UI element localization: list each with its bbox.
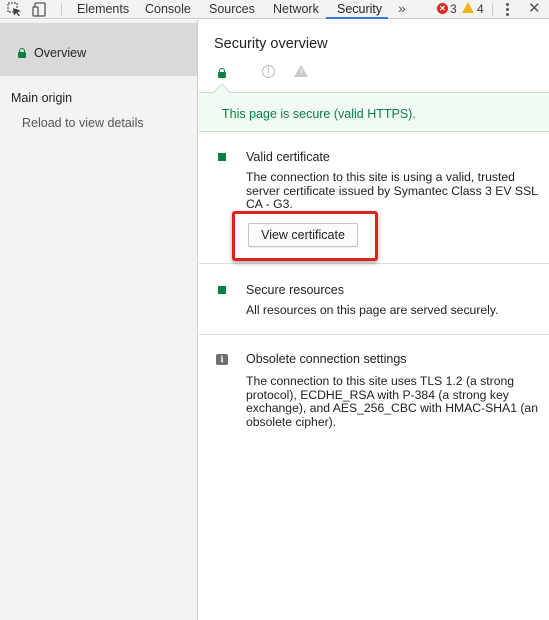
more-options-icon[interactable] (506, 3, 510, 16)
security-summary-icons: i ! (214, 65, 314, 79)
obsolete-connection-section: i Obsolete connection settings The conne… (199, 335, 549, 435)
toolbar-divider (61, 3, 62, 16)
sidebar-item-label: Overview (34, 46, 87, 60)
secure-banner-text: This page is secure (valid HTTPS). (222, 107, 416, 121)
warning-mark: ! (300, 68, 303, 77)
more-tabs-icon[interactable]: » (398, 0, 406, 17)
device-toolbar-icon[interactable] (32, 2, 48, 17)
sidebar-item-overview[interactable]: Overview (0, 23, 197, 76)
tab-console[interactable]: Console (143, 0, 193, 19)
inspect-element-icon[interactable] (7, 2, 23, 17)
main-origin-heading: Main origin (11, 91, 73, 105)
section-title: Secure resources (246, 283, 344, 297)
reload-hint: Reload to view details (22, 116, 144, 130)
devtools-toolbar: Elements Console Sources Network Securit… (0, 0, 549, 19)
close-icon[interactable]: ✕ (528, 0, 541, 18)
info-circle-icon: i (262, 65, 275, 78)
toolbar-divider (492, 3, 493, 16)
warning-count[interactable]: 4 (477, 2, 484, 16)
warning-icon[interactable] (462, 2, 474, 13)
view-certificate-button[interactable]: View certificate (248, 223, 358, 247)
page-title: Security overview (214, 36, 328, 52)
security-main-panel: Security overview i ! This page is secur… (199, 20, 549, 620)
secure-status-icon (218, 286, 226, 294)
security-sidebar: Overview Main origin Reload to view deta… (0, 20, 198, 620)
section-title: Obsolete connection settings (246, 352, 407, 366)
secure-status-icon (218, 153, 226, 161)
secure-resources-section: Secure resources All resources on this p… (199, 264, 549, 335)
error-icon[interactable]: ✕ (437, 3, 448, 14)
section-description: The connection to this site is using a v… (246, 170, 538, 211)
tab-sources[interactable]: Sources (207, 0, 257, 19)
tab-elements[interactable]: Elements (75, 0, 131, 19)
error-count[interactable]: 3 (450, 2, 457, 16)
section-description: The connection to this site uses TLS 1.2… (246, 374, 538, 429)
section-title: Valid certificate (246, 150, 330, 164)
lock-icon (218, 68, 226, 78)
tab-security[interactable]: Security (326, 0, 388, 19)
secure-banner: This page is secure (valid HTTPS). (199, 92, 549, 132)
info-icon: i (216, 354, 228, 365)
section-description: All resources on this page are served se… (246, 303, 499, 317)
tab-network[interactable]: Network (271, 0, 321, 19)
lock-icon (18, 48, 26, 58)
